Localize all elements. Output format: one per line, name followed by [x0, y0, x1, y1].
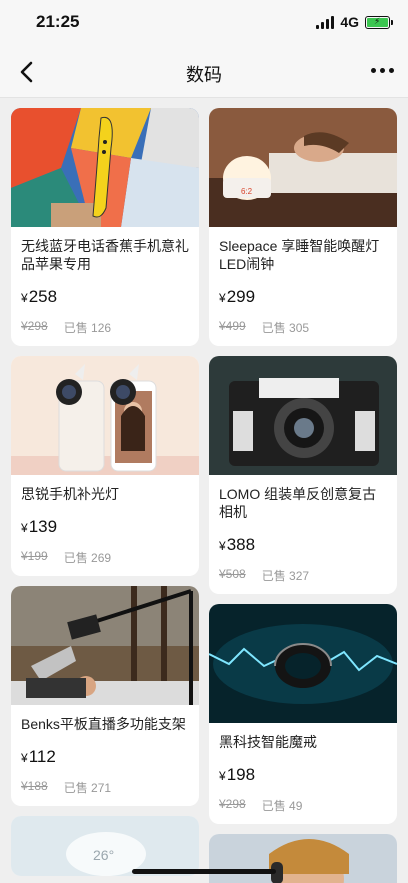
- product-title: 思锐手机补光灯: [21, 486, 119, 502]
- product-card[interactable]: 黑科技智能魔戒 ¥198 ¥298 已售 49: [209, 604, 397, 824]
- product-title: 无线蓝牙电话香蕉手机意礼品苹果专用: [21, 238, 189, 272]
- original-price: ¥508: [219, 567, 246, 581]
- status-bar: 21:25 4G ⚡: [0, 0, 408, 46]
- product-price: ¥299: [219, 287, 256, 306]
- product-price: ¥388: [219, 535, 256, 554]
- product-price: ¥139: [21, 517, 58, 536]
- product-title: Benks平板直播多功能支架: [21, 716, 186, 732]
- product-column-right: 6:2 Sleepace 享睡智能唤醒灯 LED闹钟 ¥299 ¥499 已售 …: [209, 108, 397, 883]
- product-card[interactable]: Benks平板直播多功能支架 ¥112 ¥188 已售 271: [11, 586, 199, 806]
- product-meta: ¥298 已售 49: [219, 797, 387, 814]
- sold-count: 已售 327: [261, 569, 310, 583]
- product-card[interactable]: 无线蓝牙电话香蕉手机意礼品苹果专用 ¥258 ¥298 已售 126: [11, 108, 199, 346]
- product-meta: ¥508 已售 327: [219, 567, 387, 584]
- product-meta: ¥199 已售 269: [21, 549, 189, 566]
- product-title: LOMO 组装单反创意复古相机: [219, 486, 377, 520]
- product-card[interactable]: LOMO 组装单反创意复古相机 ¥388 ¥508 已售 327: [209, 356, 397, 594]
- weather-readout: 26°: [93, 847, 114, 863]
- product-card[interactable]: 6:2 Sleepace 享睡智能唤醒灯 LED闹钟 ¥299 ¥499 已售 …: [209, 108, 397, 346]
- product-card-partial[interactable]: [209, 834, 397, 883]
- product-title: 黑科技智能魔戒: [219, 734, 317, 750]
- product-price: ¥258: [21, 287, 58, 306]
- status-time: 21:25: [36, 12, 80, 31]
- original-price: ¥298: [219, 797, 246, 811]
- sold-count: 已售 305: [261, 321, 310, 335]
- sold-count: 已售 271: [63, 781, 112, 795]
- product-price: ¥198: [219, 765, 256, 784]
- battery-icon: ⚡: [365, 15, 393, 29]
- product-image-weather-cloud: 26°: [11, 816, 199, 876]
- page-title: 数码: [186, 65, 222, 85]
- network-label: 4G: [340, 14, 359, 30]
- product-image-sleep-lamp: 6:2: [209, 108, 397, 227]
- original-price: ¥499: [219, 319, 246, 333]
- product-meta: ¥188 已售 271: [21, 779, 189, 796]
- more-options-icon[interactable]: [371, 68, 394, 73]
- product-column-left: 无线蓝牙电话香蕉手机意礼品苹果专用 ¥258 ¥298 已售 126 思锐手机补…: [11, 108, 199, 883]
- product-card[interactable]: 思锐手机补光灯 ¥139 ¥199 已售 269: [11, 356, 199, 576]
- original-price: ¥188: [21, 779, 48, 793]
- product-image-lomo-camera: [209, 356, 397, 475]
- home-indicator[interactable]: [132, 869, 276, 874]
- svg-text:6:2: 6:2: [241, 187, 253, 196]
- nav-bar: 数码: [0, 46, 408, 98]
- product-title: Sleepace 享睡智能唤醒灯 LED闹钟: [219, 238, 380, 272]
- product-image-headphones: [209, 834, 397, 883]
- product-image-phone-light: [11, 356, 199, 475]
- product-meta: ¥298 已售 126: [21, 319, 189, 336]
- original-price: ¥298: [21, 319, 48, 333]
- product-card-partial[interactable]: 26°: [11, 816, 199, 876]
- product-image-tablet-stand: [11, 586, 199, 705]
- original-price: ¥199: [21, 549, 48, 563]
- status-icons: 4G ⚡: [316, 14, 393, 30]
- product-image-smart-ring: [209, 604, 397, 723]
- sold-count: 已售 269: [63, 551, 112, 565]
- product-price: ¥112: [21, 747, 56, 766]
- product-meta: ¥499 已售 305: [219, 319, 387, 336]
- sold-count: 已售 49: [261, 799, 303, 813]
- signal-icon: [316, 15, 335, 29]
- sold-count: 已售 126: [63, 321, 112, 335]
- product-image-banana-phone: [11, 108, 199, 227]
